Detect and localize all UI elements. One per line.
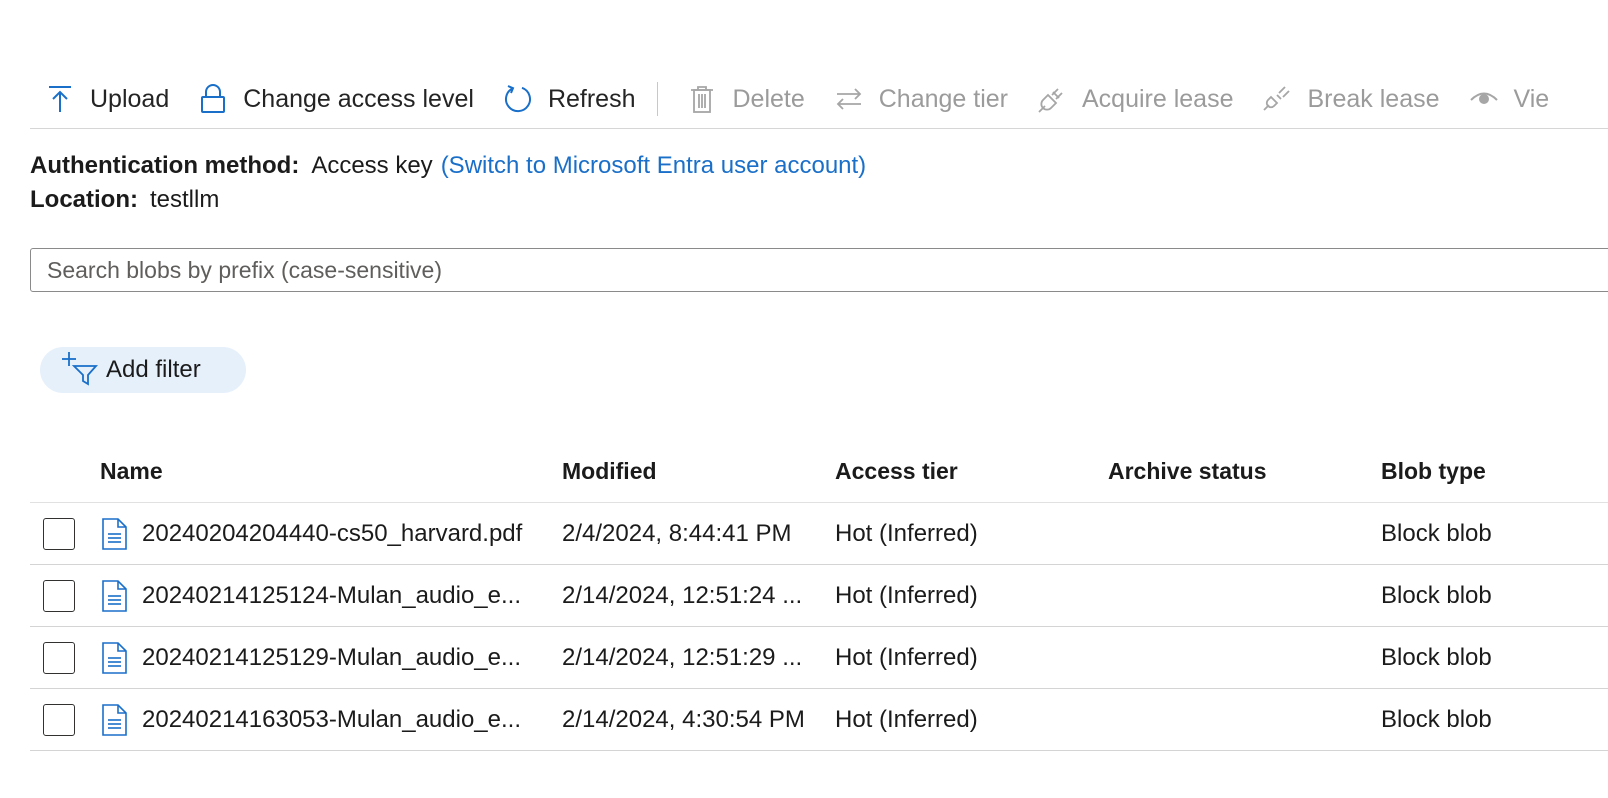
blob-name-link[interactable]: 20240214125124-Mulan_audio_e... (142, 582, 521, 610)
blob-name-link[interactable]: 20240204204440-cs50_harvard.pdf (142, 520, 522, 548)
view-button[interactable]: Vie (1454, 79, 1564, 119)
header-modified[interactable]: Modified (562, 458, 835, 485)
lock-icon (201, 84, 226, 113)
modified-cell: 2/14/2024, 12:51:29 ... (562, 643, 803, 671)
toolbar-divider (657, 82, 659, 116)
auth-info: Authentication method: Access key (Switc… (30, 152, 866, 220)
blob-table: Name Modified Access tier Archive status… (30, 440, 1608, 751)
blob-type-cell: Block blob (1381, 519, 1492, 547)
change-tier-label: Change tier (878, 84, 1008, 113)
acquire-lease-label: Acquire lease (1082, 84, 1234, 113)
row-select-cell (30, 641, 100, 674)
refresh-label: Refresh (547, 84, 636, 113)
blob-type-cell: Block blob (1381, 643, 1492, 671)
auth-method-row: Authentication method: Access key (Switc… (30, 152, 866, 186)
row-checkbox[interactable] (43, 579, 75, 612)
header-blob-type[interactable]: Blob type (1381, 458, 1608, 485)
row-select-cell (30, 517, 100, 550)
header-name[interactable]: Name (100, 458, 562, 485)
row-select-cell (30, 579, 100, 612)
header-access-tier[interactable]: Access tier (835, 458, 1108, 485)
break-lease-button[interactable]: Break lease (1247, 79, 1453, 119)
add-filter-button[interactable]: Add filter (40, 347, 246, 393)
change-access-level-button[interactable]: Change access level (183, 79, 488, 119)
document-icon (102, 703, 127, 736)
blob-name-link[interactable]: 20240214125129-Mulan_audio_e... (142, 644, 521, 672)
change-tier-button[interactable]: Change tier (819, 79, 1022, 119)
name-cell: 20240214125129-Mulan_audio_e... (100, 641, 562, 674)
name-cell: 20240204204440-cs50_harvard.pdf (100, 517, 562, 550)
acquire-lease-button[interactable]: Acquire lease (1022, 79, 1247, 119)
blob-type-cell: Block blob (1381, 581, 1492, 609)
upload-icon (49, 86, 71, 112)
name-cell: 20240214125124-Mulan_audio_e... (100, 579, 562, 612)
refresh-icon (504, 85, 531, 113)
table-row[interactable]: 20240214125129-Mulan_audio_e... 2/14/202… (30, 627, 1608, 689)
modified-cell: 2/14/2024, 12:51:24 ... (562, 581, 803, 609)
break-lease-label: Break lease (1307, 84, 1440, 113)
command-bar: Upload Change access level Refresh Delet… (30, 70, 1608, 129)
modified-cell: 2/4/2024, 8:44:41 PM (562, 519, 792, 547)
document-icon (102, 579, 127, 612)
access-tier-cell: Hot (Inferred) (835, 643, 978, 671)
location-label: Location: (30, 186, 138, 213)
row-select-cell (30, 703, 100, 736)
plug-icon (1038, 88, 1063, 113)
row-checkbox[interactable] (43, 703, 75, 736)
document-icon (102, 517, 127, 550)
row-checkbox[interactable] (43, 517, 75, 550)
auth-method-value: Access key (311, 152, 433, 179)
plug-break-icon (1263, 86, 1291, 111)
access-tier-cell: Hot (Inferred) (835, 581, 978, 609)
change-access-level-label: Change access level (243, 84, 474, 113)
access-tier-cell: Hot (Inferred) (835, 519, 978, 547)
trash-icon (691, 86, 714, 113)
search-blobs-input[interactable] (30, 248, 1608, 292)
add-filter-icon (62, 352, 98, 386)
delete-button[interactable]: Delete (672, 79, 818, 119)
upload-button[interactable]: Upload (30, 79, 183, 119)
upload-label: Upload (90, 84, 170, 113)
access-tier-cell: Hot (Inferred) (835, 705, 978, 733)
header-archive-status[interactable]: Archive status (1108, 458, 1381, 485)
table-header: Name Modified Access tier Archive status… (30, 440, 1608, 503)
auth-method-label: Authentication method: (30, 152, 300, 179)
refresh-button[interactable]: Refresh (488, 79, 650, 119)
eye-icon (1469, 92, 1498, 104)
switch-auth-link[interactable]: (Switch to Microsoft Entra user account) (441, 152, 866, 180)
view-label: Vie (1513, 84, 1550, 113)
delete-label: Delete (732, 84, 805, 113)
table-row[interactable]: 20240214125124-Mulan_audio_e... 2/14/202… (30, 565, 1608, 627)
blob-name-link[interactable]: 20240214163053-Mulan_audio_e... (142, 706, 521, 734)
location-value: testllm (150, 186, 220, 213)
name-cell: 20240214163053-Mulan_audio_e... (100, 703, 562, 736)
table-row[interactable]: 20240214163053-Mulan_audio_e... 2/14/202… (30, 689, 1608, 751)
swap-arrows-icon (836, 88, 862, 110)
modified-cell: 2/14/2024, 4:30:54 PM (562, 705, 805, 733)
add-filter-label: Add filter (106, 356, 201, 383)
document-icon (102, 641, 127, 674)
blob-type-cell: Block blob (1381, 705, 1492, 733)
location-row: Location: testllm (30, 186, 866, 220)
table-row[interactable]: 20240204204440-cs50_harvard.pdf 2/4/2024… (30, 503, 1608, 565)
row-checkbox[interactable] (43, 641, 75, 674)
